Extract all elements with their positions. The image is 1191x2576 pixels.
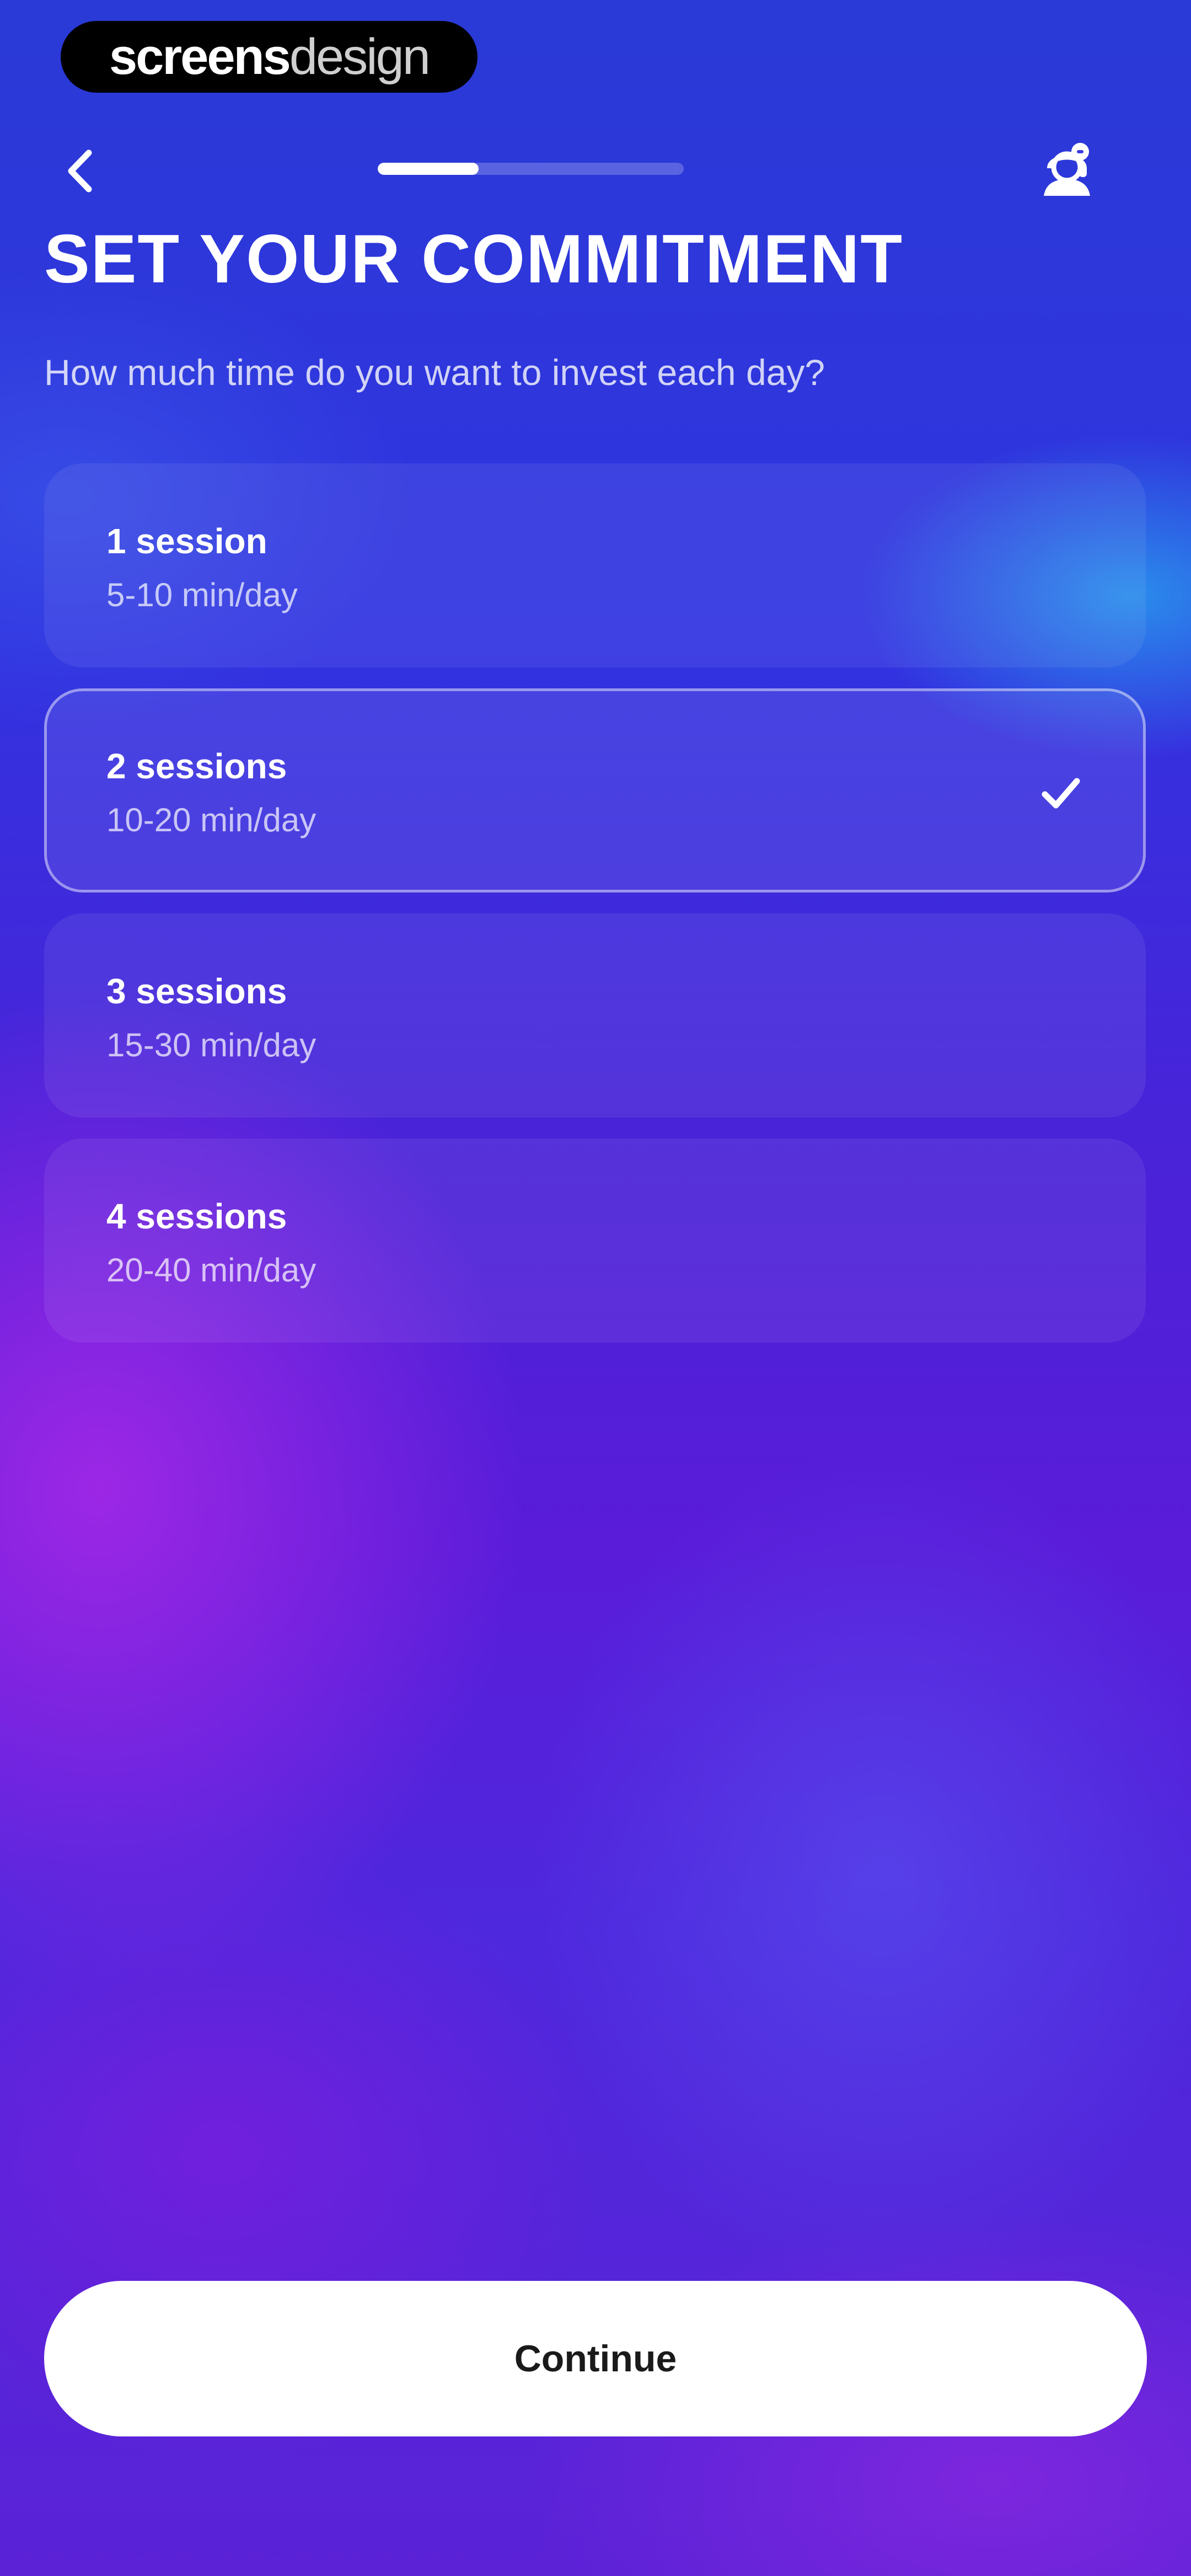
option-title: 3 sessions	[106, 971, 287, 1011]
checkmark-icon	[1042, 778, 1080, 809]
option-4-sessions[interactable]: 4 sessions 20-40 min/day	[44, 1139, 1146, 1343]
option-1-session[interactable]: 1 session 5-10 min/day	[44, 463, 1146, 667]
option-title: 2 sessions	[106, 746, 287, 786]
onboarding-progress-bar	[378, 163, 684, 175]
option-title: 1 session	[106, 521, 267, 561]
watermark-light-text: design	[289, 29, 431, 85]
option-duration: 10-20 min/day	[106, 801, 316, 838]
option-duration: 5-10 min/day	[106, 576, 298, 613]
option-2-sessions[interactable]: 2 sessions 10-20 min/day	[44, 688, 1146, 892]
page-title: SET YOUR COMMITMENT	[44, 221, 904, 297]
option-title: 4 sessions	[106, 1196, 287, 1236]
support-headset-icon	[1044, 143, 1090, 196]
progress-bar-fill	[378, 163, 479, 175]
screensdesign-watermark: screens design	[61, 21, 478, 93]
watermark-bold-text: screens	[109, 29, 291, 85]
option-duration: 20-40 min/day	[106, 1252, 316, 1289]
option-duration: 15-30 min/day	[106, 1027, 316, 1063]
support-button[interactable]	[1031, 138, 1103, 210]
chevron-left-icon	[68, 149, 92, 193]
option-3-sessions[interactable]: 3 sessions 15-30 min/day	[44, 913, 1146, 1118]
continue-button[interactable]: Continue	[44, 2281, 1147, 2436]
back-button[interactable]	[55, 141, 105, 201]
page-subtitle: How much time do you want to invest each…	[44, 352, 825, 393]
